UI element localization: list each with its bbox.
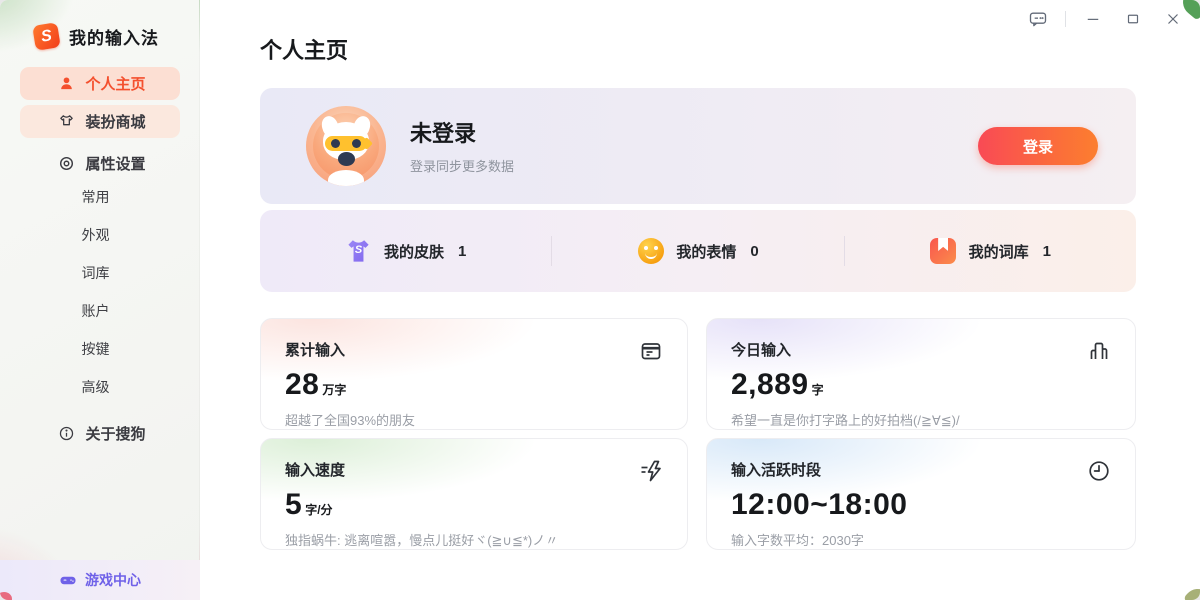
card-value: 5 [285, 488, 302, 522]
card-title: 今日输入 [731, 339, 1111, 360]
smiley-icon [637, 238, 664, 265]
tshirt-icon [58, 113, 76, 131]
sidebar-subitem-appearance[interactable]: 外观 [20, 216, 180, 254]
titlebar-divider [1065, 11, 1066, 27]
stat-count: 1 [458, 243, 466, 260]
app-window: S 我的输入法 个人主页 装扮商城 属性设置 [0, 0, 1200, 600]
game-center-label: 游戏中心 [85, 570, 141, 590]
target-icon [58, 154, 76, 172]
person-icon [58, 75, 76, 93]
sidebar-item-label: 属性设置 [86, 153, 146, 174]
card-value: 28 [285, 368, 319, 402]
card-value: 12:00~18:00 [731, 488, 907, 522]
avatar-goggles [325, 136, 367, 151]
gamepad-icon [59, 571, 77, 589]
sogou-logo-icon: S [32, 22, 61, 51]
card-unit: 万字 [322, 381, 346, 398]
clock-icon [1087, 459, 1111, 483]
page-title: 个人主页 [260, 33, 348, 65]
app-title: 我的输入法 [69, 24, 159, 49]
calendar-icon [639, 339, 663, 363]
login-subtitle: 登录同步更多数据 [410, 156, 514, 175]
sidebar-item-label: 关于搜狗 [86, 423, 146, 444]
profile-text: 未登录 登录同步更多数据 [410, 116, 514, 175]
sidebar-item-personal-home[interactable]: 个人主页 [20, 67, 180, 100]
avatar[interactable] [306, 106, 386, 186]
card-description: 独指蜗牛: 逃离喧嚣，慢点儿挺好ヾ(≧∪≦*)ノ〃 [285, 530, 663, 549]
card-value: 2,889 [731, 368, 809, 402]
main-content: 个人主页 未登录 登录同步更多数据 登录 [200, 0, 1200, 600]
minimize-icon[interactable] [1080, 8, 1106, 30]
card-active-period: 输入活跃时段 12:00~18:00 输入字数平均：2030字 [706, 438, 1136, 550]
sidebar-subitem-keys[interactable]: 按键 [20, 330, 180, 368]
sidebar: S 我的输入法 个人主页 装扮商城 属性设置 [0, 0, 200, 600]
sidebar-subitem-advanced[interactable]: 高级 [20, 368, 180, 406]
app-logo-row: S 我的输入法 [0, 0, 199, 49]
info-icon [58, 424, 76, 442]
card-total-input: 累计输入 28 万字 超越了全国93%的朋友 [260, 318, 688, 430]
speed-icon [639, 459, 663, 483]
info-cards-grid: 累计输入 28 万字 超越了全国93%的朋友 今日输入 2,889 字 希望一直… [260, 318, 1136, 550]
stat-label: 我的表情 [676, 241, 736, 262]
bar-chart-icon [1087, 339, 1111, 363]
sidebar-item-label: 装扮商城 [86, 111, 146, 132]
book-icon [930, 238, 957, 265]
login-status: 未登录 [410, 116, 514, 148]
profile-card: 未登录 登录同步更多数据 登录 [260, 88, 1136, 204]
avatar-body [328, 170, 364, 186]
card-description: 超越了全国93%的朋友 [285, 410, 663, 429]
stat-my-skins[interactable]: S 我的皮肤 1 [260, 239, 551, 264]
titlebar-controls [1025, 8, 1186, 30]
card-title: 累计输入 [285, 339, 663, 360]
close-icon[interactable] [1160, 8, 1186, 30]
sidebar-subitem-common[interactable]: 常用 [20, 178, 180, 216]
tshirt-skin-icon: S [345, 239, 372, 264]
stats-bar: S 我的皮肤 1 我的表情 0 我的词库 1 [260, 210, 1136, 292]
card-title: 输入速度 [285, 459, 663, 480]
sidebar-nav: 个人主页 装扮商城 属性设置 常用 外观 词库 账户 按键 高级 [0, 67, 199, 448]
stat-label: 我的词库 [969, 241, 1029, 262]
card-today-input: 今日输入 2,889 字 希望一直是你打字路上的好拍档(/≧∀≦)/ [706, 318, 1136, 430]
sidebar-item-decoration-mall[interactable]: 装扮商城 [20, 105, 180, 138]
card-unit: 字 [812, 381, 824, 398]
card-input-speed: 输入速度 5 字/分 独指蜗牛: 逃离喧嚣，慢点儿挺好ヾ(≧∪≦*)ノ〃 [260, 438, 688, 550]
card-description: 希望一直是你打字路上的好拍档(/≧∀≦)/ [731, 410, 1111, 429]
stat-count: 1 [1043, 243, 1051, 260]
sidebar-item-settings[interactable]: 属性设置 [20, 148, 180, 178]
login-button[interactable]: 登录 [978, 127, 1098, 165]
card-title: 输入活跃时段 [731, 459, 1111, 480]
feedback-bubble-icon[interactable] [1025, 8, 1051, 30]
sidebar-subitem-dictionary[interactable]: 词库 [20, 254, 180, 292]
sidebar-item-about[interactable]: 关于搜狗 [20, 418, 180, 448]
card-unit: 字/分 [305, 501, 332, 518]
avatar-nose [338, 152, 355, 166]
stat-my-dictionaries[interactable]: 我的词库 1 [845, 238, 1136, 265]
sidebar-item-label: 个人主页 [86, 73, 146, 94]
sidebar-item-game-center[interactable]: 游戏中心 [0, 560, 200, 600]
card-description: 输入字数平均：2030字 [731, 530, 1111, 549]
maximize-icon[interactable] [1120, 8, 1146, 30]
sidebar-subitem-account[interactable]: 账户 [20, 292, 180, 330]
stat-label: 我的皮肤 [384, 241, 444, 262]
stat-my-emojis[interactable]: 我的表情 0 [552, 238, 843, 265]
stat-count: 0 [750, 243, 758, 260]
